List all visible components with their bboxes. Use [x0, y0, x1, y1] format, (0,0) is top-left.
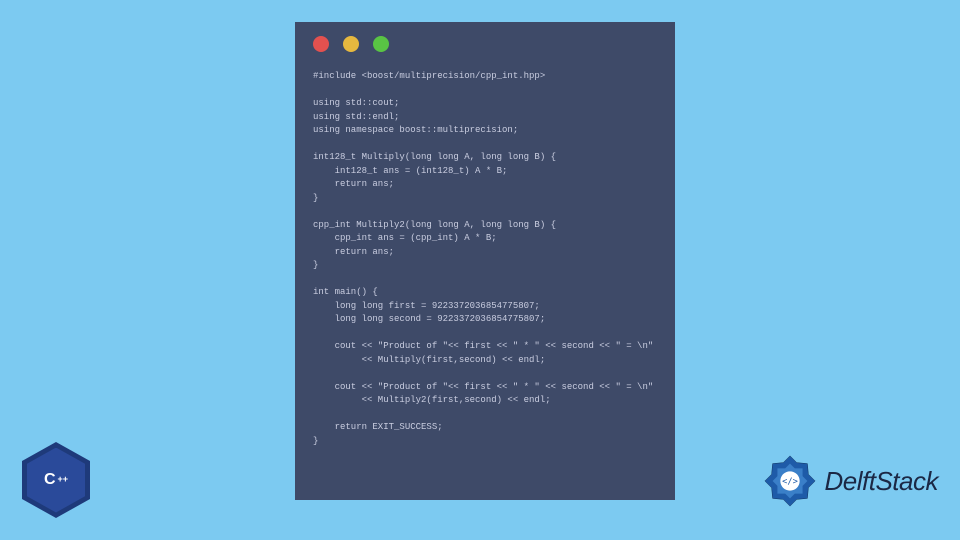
cpp-logo: C ++ [22, 442, 94, 522]
cpp-plus: ++ [58, 477, 69, 482]
brand-name: DelftStack [825, 466, 939, 497]
svg-text:</>: </> [782, 477, 798, 487]
gear-icon: </> [761, 452, 819, 510]
maximize-icon [373, 36, 389, 52]
code-snippet: #include <boost/multiprecision/cpp_int.h… [313, 70, 657, 448]
close-icon [313, 36, 329, 52]
window-traffic-lights [313, 36, 657, 52]
brand-logo: </> DelftStack [761, 452, 939, 510]
cpp-letter: C [44, 471, 56, 489]
code-window: #include <boost/multiprecision/cpp_int.h… [295, 22, 675, 500]
minimize-icon [343, 36, 359, 52]
